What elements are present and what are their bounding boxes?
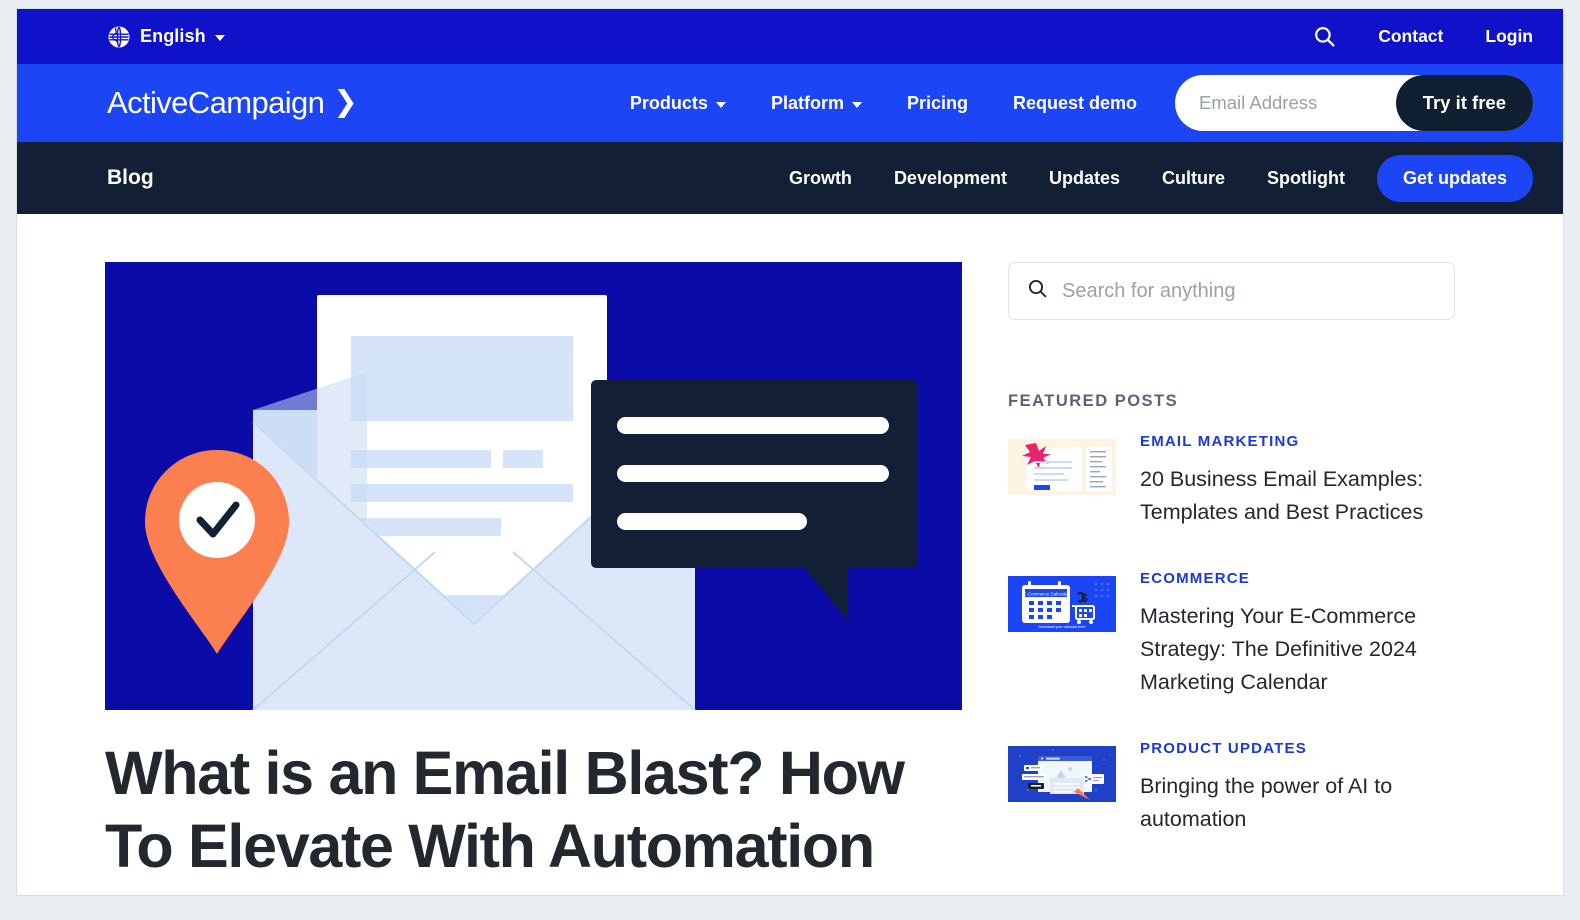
page-title: What is an Email Blast? How To Elevate W… — [105, 739, 905, 881]
nav-item-request-demo[interactable]: Request demo — [1013, 93, 1137, 114]
nav-item-platform[interactable]: Platform — [771, 93, 862, 114]
email-template-thumbnail — [1008, 439, 1116, 495]
post-category: ECOMMERCE — [1140, 570, 1250, 588]
nav-links: Products Platform Pricing Request demo — [630, 93, 1137, 114]
search-input[interactable] — [1062, 263, 1436, 319]
try-it-free-button[interactable]: Try it free — [1395, 75, 1533, 131]
featured-posts-heading: FEATURED POSTS — [1008, 392, 1179, 410]
chevron-right-icon: ❯ — [333, 85, 358, 118]
contact-link[interactable]: Contact — [1378, 26, 1443, 47]
brand-name: ActiveCampaign — [107, 85, 325, 120]
browser-content-area: English Contact Login ActiveCampaign ❯ P… — [16, 8, 1564, 896]
blog-category-spotlight[interactable]: Spotlight — [1267, 168, 1345, 189]
post-title: Bringing the power of AI to automation — [1140, 774, 1393, 832]
language-label: English — [140, 26, 206, 46]
post-category: EMAIL MARKETING — [1140, 433, 1300, 450]
chevron-down-icon — [851, 101, 862, 108]
ecommerce-calendar-thumbnail: E-Commerce Calendar $ Download your cale… — [1008, 576, 1116, 633]
language-selector[interactable]: English — [107, 25, 225, 49]
list-item[interactable]: PRODUCT UPDATES Bringing the power of AI… — [1008, 740, 1455, 835]
list-item[interactable]: E-Commerce Calendar $ Download your cale… — [1008, 570, 1455, 698]
blog-home-link[interactable]: Blog — [107, 166, 154, 190]
blog-category-development[interactable]: Development — [894, 168, 1007, 189]
article-column: What is an Email Blast? How To Elevate W… — [105, 262, 962, 880]
chevron-down-icon — [715, 101, 726, 108]
utility-bar: English Contact Login — [17, 9, 1563, 64]
chevron-down-icon — [214, 35, 225, 41]
nav-item-pricing[interactable]: Pricing — [907, 93, 968, 114]
sidebar-search-box[interactable] — [1008, 262, 1455, 320]
blog-category-growth[interactable]: Growth — [789, 168, 852, 189]
login-link[interactable]: Login — [1485, 26, 1533, 47]
sidebar: FEATURED POSTS — [1008, 262, 1455, 877]
main-navigation: ActiveCampaign ❯ Products Platform Prici… — [17, 64, 1563, 142]
svg-text:Download your calendar here: Download your calendar here — [1039, 625, 1086, 629]
blog-categories: Growth Development Updates Culture Spotl… — [789, 168, 1345, 189]
post-title: 20 Business Email Examples: Templates an… — [1140, 467, 1424, 524]
globe-icon — [107, 25, 131, 49]
signup-form: Try it free — [1175, 75, 1533, 131]
post-title: Mastering Your E-Commerce Strategy: The … — [1140, 604, 1417, 694]
get-updates-button[interactable]: Get updates — [1376, 154, 1533, 202]
svg-text:E-Commerce Calendar: E-Commerce Calendar — [1024, 592, 1069, 597]
list-item[interactable]: EMAIL MARKETING 20 Business Email Exampl… — [1008, 433, 1455, 528]
blog-category-updates[interactable]: Updates — [1049, 168, 1120, 189]
post-category: PRODUCT UPDATES — [1140, 740, 1307, 758]
svg-text:$: $ — [1081, 591, 1088, 605]
ai-automation-thumbnail — [1008, 746, 1116, 803]
email-envelope-illustration — [105, 262, 962, 710]
search-icon — [1027, 278, 1048, 304]
nav-item-products[interactable]: Products — [630, 93, 726, 114]
page-body: What is an Email Blast? How To Elevate W… — [17, 214, 1563, 880]
post-text: EMAIL MARKETING 20 Business Email Exampl… — [1140, 433, 1455, 528]
blog-category-culture[interactable]: Culture — [1162, 168, 1225, 189]
utility-right-group: Contact Login — [1313, 25, 1533, 48]
blog-navigation: Blog Growth Development Updates Culture … — [17, 142, 1563, 214]
nav-label: Products — [629, 92, 708, 113]
post-text: PRODUCT UPDATES Bringing the power of AI… — [1140, 740, 1455, 835]
nav-label: Platform — [770, 92, 844, 113]
search-icon[interactable] — [1313, 25, 1336, 48]
featured-posts-list: EMAIL MARKETING 20 Business Email Exampl… — [1008, 433, 1455, 836]
post-text: ECOMMERCE Mastering Your E-Commerce Stra… — [1140, 570, 1455, 698]
activecampaign-logo[interactable]: ActiveCampaign ❯ — [107, 85, 358, 121]
